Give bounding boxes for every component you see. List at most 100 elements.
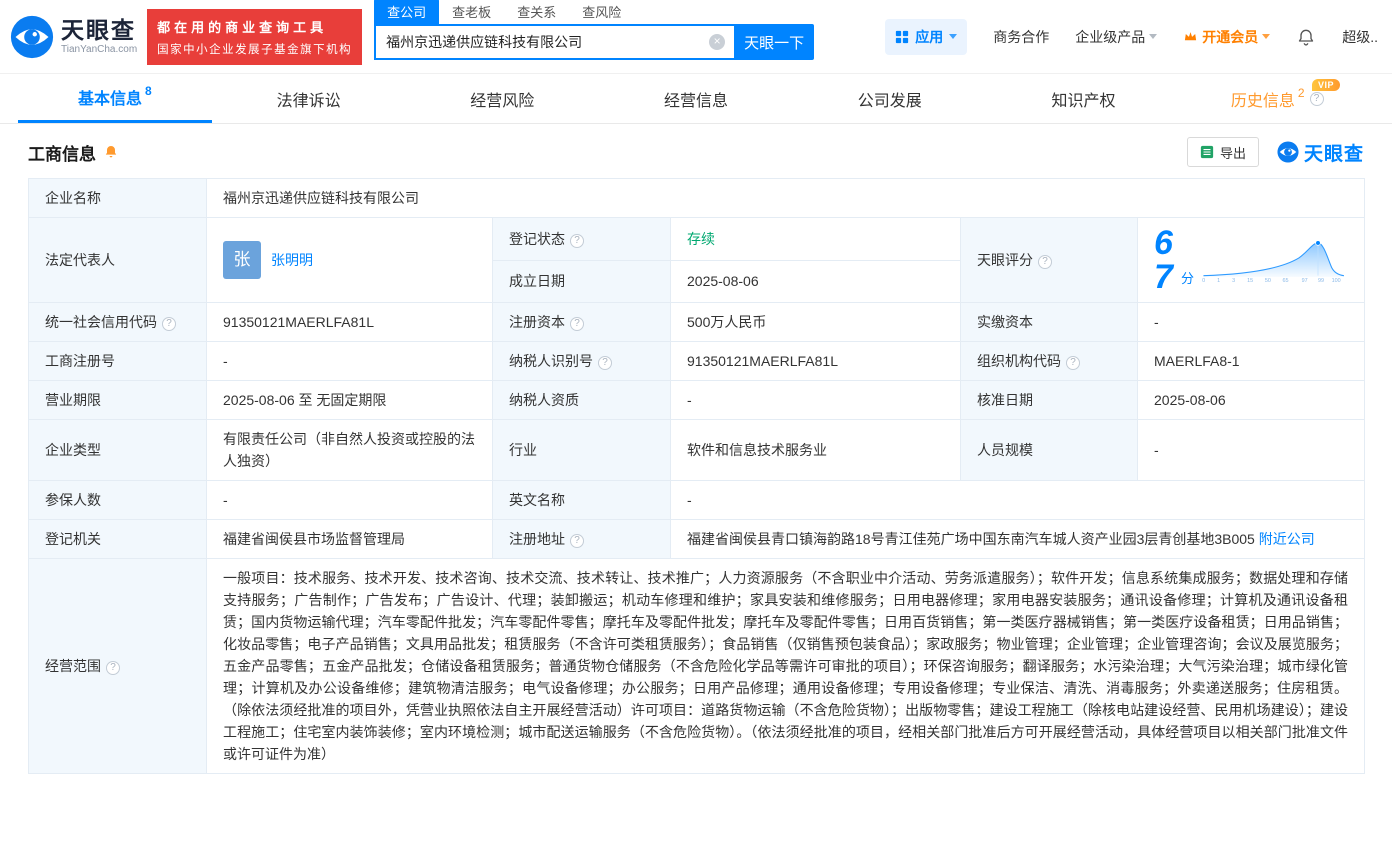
reg-number-value: - — [206, 341, 493, 381]
search-button[interactable]: 天眼一下 — [734, 24, 815, 60]
reg-capital-label: 注册资本 — [492, 302, 671, 342]
credit-code-value: 91350121MAERLFA81L — [206, 302, 493, 342]
crown-icon — [1185, 32, 1197, 41]
tab-history-info[interactable]: VIP 历史信息 2 — [1180, 74, 1374, 123]
nearby-companies-link[interactable]: 附近公司 — [1259, 531, 1315, 547]
score-unit: 分 — [1181, 271, 1195, 286]
org-code-label: 组织机构代码 — [960, 341, 1138, 381]
help-icon[interactable] — [162, 317, 176, 331]
enterprise-products-label: 企业级产品 — [1075, 28, 1146, 45]
clear-search-icon[interactable] — [709, 34, 726, 50]
table-row: 统一社会信用代码 91350121MAERLFA81L 注册资本 500万人民币… — [28, 302, 1366, 342]
nav-enterprise-products[interactable]: 企业级产品 — [1075, 27, 1158, 47]
svg-text:50: 50 — [1265, 278, 1271, 284]
svg-text:1: 1 — [1217, 278, 1220, 284]
legal-rep-avatar[interactable]: 张 — [223, 241, 261, 279]
svg-text:97: 97 — [1302, 278, 1308, 284]
tianyancha-logo[interactable]: 天眼查 TianYanCha.com — [10, 15, 137, 59]
notification-bell-icon[interactable] — [1296, 27, 1316, 47]
legal-rep-value: 张 张明明 — [206, 217, 493, 303]
search-tab-risk[interactable]: 查风险 — [569, 0, 634, 24]
table-row: 营业期限 2025-08-06 至 无固定期限 纳税人资质 - 核准日期 202… — [28, 380, 1366, 420]
search-tab-relation[interactable]: 查关系 — [504, 0, 569, 24]
business-cooperation-label: 商务合作 — [993, 28, 1050, 45]
tianyancha-logo-icon — [1277, 141, 1299, 163]
credit-code-label: 统一社会信用代码 — [28, 302, 207, 342]
reg-address-value: 福建省闽侯县青口镇海韵路18号青江佳苑广场中国东南汽车城人资产业园3层青创基地3… — [669, 519, 1366, 559]
help-icon[interactable] — [598, 356, 612, 370]
reg-address-label: 注册地址 — [492, 519, 671, 559]
apps-label: 应用 — [915, 28, 944, 45]
search-tabs: 查公司 查老板 查关系 查风险 — [374, 0, 814, 24]
approval-date-value: 2025-08-06 — [1136, 380, 1366, 420]
help-icon[interactable] — [106, 661, 120, 675]
org-code-value: MAERLFA8-1 — [1136, 341, 1366, 381]
tab-history-count: 2 — [1297, 85, 1305, 100]
taxpayer-quality-label: 纳税人资质 — [492, 380, 671, 420]
tab-intellectual-property[interactable]: 知识产权 — [987, 74, 1181, 123]
tab-basic-info[interactable]: 基本信息 8 — [18, 74, 212, 123]
slogan-line2: 国家中小企业发展子基金旗下机构 — [157, 43, 353, 56]
svg-text:0: 0 — [1202, 278, 1205, 284]
establish-date-label: 成立日期 — [492, 259, 671, 303]
nav-open-vip[interactable]: 开通会员 — [1183, 27, 1271, 47]
score-number: 67 — [1154, 224, 1173, 296]
export-button[interactable]: 导出 — [1186, 137, 1259, 167]
reg-status-label: 登记状态 — [492, 217, 671, 261]
business-scope-value: 一般项目：技术服务、技术开发、技术咨询、技术交流、技术转让、技术推广；人力资源服… — [205, 558, 1366, 774]
company-detail-tabs: 基本信息 8 法律诉讼 经营风险 经营信息 公司发展 知识产权 VIP 历史信息… — [0, 74, 1392, 124]
staff-size-label: 人员规模 — [960, 419, 1138, 481]
monitor-bell-icon[interactable] — [103, 144, 119, 160]
company-name-label: 企业名称 — [28, 178, 207, 218]
reg-number-label: 工商注册号 — [28, 341, 207, 381]
table-row: 经营范围 一般项目：技术服务、技术开发、技术咨询、技术交流、技术转让、技术推广；… — [28, 558, 1366, 774]
english-name-value: - — [669, 480, 1366, 520]
tab-operation-info[interactable]: 经营信息 — [599, 74, 793, 123]
help-icon[interactable] — [570, 233, 584, 248]
chevron-down-icon — [949, 34, 958, 39]
search-row: 天眼一下 — [374, 24, 815, 60]
brand-domain: TianYanCha.com — [61, 43, 138, 55]
table-row: 工商注册号 - 纳税人识别号 91350121MAERLFA81L 组织机构代码… — [28, 341, 1366, 381]
help-icon[interactable] — [1038, 255, 1052, 269]
svg-text:15: 15 — [1247, 278, 1253, 284]
search-input[interactable] — [376, 26, 735, 58]
svg-text:3: 3 — [1232, 278, 1235, 284]
header-right-nav: 应用 商务合作 企业级产品 开通会员 超级.. — [885, 18, 1378, 55]
legal-rep-link[interactable]: 张明明 — [271, 249, 313, 271]
paid-capital-value: - — [1136, 302, 1366, 342]
help-icon[interactable] — [1066, 356, 1080, 370]
search-input-wrap — [374, 24, 735, 60]
chevron-down-icon — [1262, 34, 1271, 39]
nav-business-cooperation[interactable]: 商务合作 — [993, 27, 1049, 47]
nav-super-vip[interactable]: 超级.. — [1342, 27, 1378, 47]
score-value[interactable]: 67 分 0 1 3 15 50 65 97 99 100 — [1136, 217, 1366, 303]
search-tab-company[interactable]: 查公司 — [374, 0, 440, 24]
apps-grid-icon — [896, 30, 909, 43]
company-name-value: 福州京迅递供应链科技有限公司 — [205, 178, 1366, 218]
apps-menu[interactable]: 应用 — [885, 18, 968, 55]
super-vip-label: 超级.. — [1342, 28, 1378, 45]
table-row: 企业名称 福州京迅递供应链科技有限公司 — [28, 178, 1366, 218]
business-term-label: 营业期限 — [28, 380, 207, 420]
tab-operation-risk[interactable]: 经营风险 — [405, 74, 599, 123]
excel-export-icon — [1200, 145, 1214, 159]
svg-text:100: 100 — [1332, 278, 1341, 284]
help-icon[interactable] — [1309, 91, 1324, 106]
help-icon[interactable] — [570, 534, 584, 548]
business-scope-label: 经营范围 — [28, 558, 207, 774]
business-term-value: 2025-08-06 至 无固定期限 — [206, 380, 493, 420]
taxpayer-id-label: 纳税人识别号 — [492, 341, 671, 381]
score-label: 天眼评分 — [960, 217, 1138, 303]
vip-badge: VIP — [1312, 79, 1341, 91]
insured-count-value: - — [206, 480, 493, 520]
taxpayer-quality-value: - — [670, 380, 961, 420]
tab-company-development[interactable]: 公司发展 — [793, 74, 987, 123]
search-tab-boss[interactable]: 查老板 — [439, 0, 504, 24]
top-header: 天眼查 TianYanCha.com 都在用的商业查询工具 国家中小企业发展子基… — [0, 0, 1392, 74]
tab-legal-litigation[interactable]: 法律诉讼 — [212, 74, 406, 123]
tianyancha-watermark[interactable]: 天眼查 — [1277, 139, 1364, 166]
help-icon[interactable] — [570, 317, 584, 331]
table-row: 参保人数 - 英文名称 - — [28, 480, 1366, 520]
reg-capital-value: 500万人民币 — [670, 302, 961, 342]
